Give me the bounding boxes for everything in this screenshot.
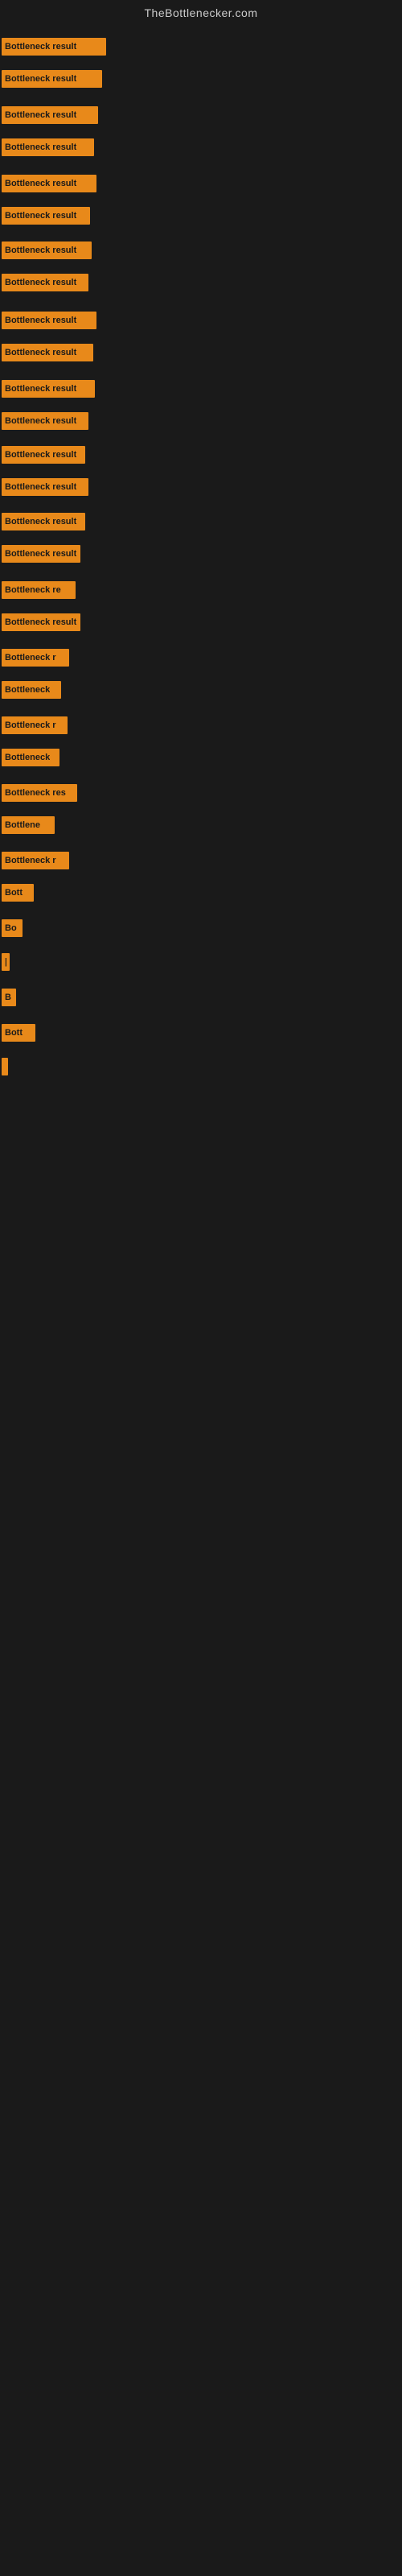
result-bar: Bottleneck r	[2, 649, 69, 667]
result-bar: Bottleneck result	[2, 207, 90, 225]
bar-label: Bottleneck res	[5, 788, 66, 798]
result-bar: B	[2, 989, 16, 1006]
bar-label: Bottleneck result	[5, 179, 76, 188]
result-bar: Bottleneck result	[2, 412, 88, 430]
bar-row: Bottlene	[2, 816, 55, 834]
bar-label: Bottleneck result	[5, 211, 76, 221]
bar-row: Bottleneck result	[2, 513, 85, 530]
result-bar: Bottleneck result	[2, 446, 85, 464]
result-bar: Bottleneck result	[2, 613, 80, 631]
bar-label: Bottleneck r	[5, 653, 56, 663]
bar-label: Bottleneck result	[5, 617, 76, 627]
bar-row: Bottleneck result	[2, 446, 85, 464]
bar-label: Bottleneck result	[5, 517, 76, 526]
result-bar: |	[2, 953, 10, 971]
bar-row: Bott	[2, 1024, 35, 1042]
bar-row: |	[2, 953, 10, 971]
result-bar: Bottleneck r	[2, 716, 68, 734]
bar-label: Bottleneck result	[5, 74, 76, 84]
result-bar: Bottleneck result	[2, 274, 88, 291]
result-bar: Bottleneck result	[2, 478, 88, 496]
bar-label: Bottleneck result	[5, 278, 76, 287]
bar-label: Bottleneck result	[5, 450, 76, 460]
result-bar: Bottleneck result	[2, 242, 92, 259]
bar-label: Bottleneck result	[5, 142, 76, 152]
bar-row: Bottleneck	[2, 749, 59, 766]
bar-row: Bottleneck result	[2, 70, 102, 88]
bar-label: |	[5, 957, 6, 967]
result-bar: Bottleneck result	[2, 513, 85, 530]
result-bar: Bottleneck result	[2, 312, 96, 329]
result-bar: Bottlene	[2, 816, 55, 834]
result-bar: Bottleneck result	[2, 70, 102, 88]
bar-label: Bottleneck	[5, 685, 50, 695]
bar-label: Bottleneck result	[5, 42, 76, 52]
bar-row: B	[2, 989, 16, 1006]
bar-label: Bottlene	[5, 820, 40, 830]
result-bar: Bottleneck re	[2, 581, 76, 599]
bar-row: Bottleneck result	[2, 412, 88, 430]
bar-row: Bottleneck result	[2, 344, 93, 361]
bar-row: Bottleneck result	[2, 106, 98, 124]
bar-label: Bott	[5, 1028, 23, 1038]
result-bar: Bottleneck res	[2, 784, 77, 802]
result-bar: Bo	[2, 919, 23, 937]
bar-label: Bottleneck result	[5, 348, 76, 357]
bar-label: Bottleneck result	[5, 549, 76, 559]
bar-row: Bottleneck result	[2, 613, 80, 631]
bar-label: Bottleneck result	[5, 384, 76, 394]
bar-label: Bott	[5, 888, 23, 898]
bar-label: Bottleneck result	[5, 416, 76, 426]
bar-row: Bottleneck result	[2, 380, 95, 398]
bar-row: Bottleneck re	[2, 581, 76, 599]
bar-label: Bottleneck result	[5, 316, 76, 325]
bar-row: Bott	[2, 884, 34, 902]
result-bar: Bottleneck result	[2, 344, 93, 361]
bar-row: |	[2, 1058, 8, 1075]
bar-row: Bottleneck result	[2, 175, 96, 192]
chart-container: Bottleneck result Bottleneck result Bottle…	[0, 26, 402, 2570]
bar-label: Bottleneck result	[5, 482, 76, 492]
bar-row: Bo	[2, 919, 23, 937]
site-title: TheBottlenecker.com	[0, 0, 402, 26]
bar-label: Bottleneck r	[5, 856, 56, 865]
bar-row: Bottleneck result	[2, 242, 92, 259]
result-bar: Bottleneck result	[2, 38, 106, 56]
result-bar: Bottleneck r	[2, 852, 69, 869]
result-bar: Bottleneck result	[2, 138, 94, 156]
result-bar: Bott	[2, 884, 34, 902]
bar-row: Bottleneck result	[2, 312, 96, 329]
result-bar: Bottleneck result	[2, 380, 95, 398]
bar-row: Bottleneck r	[2, 716, 68, 734]
bar-row: Bottleneck r	[2, 852, 69, 869]
bar-row: Bottleneck result	[2, 138, 94, 156]
result-bar: Bottleneck result	[2, 106, 98, 124]
result-bar: |	[2, 1058, 8, 1075]
bar-row: Bottleneck result	[2, 38, 106, 56]
bar-row: Bottleneck result	[2, 207, 90, 225]
site-title-container: TheBottlenecker.com	[0, 0, 402, 26]
bar-label: B	[5, 993, 11, 1002]
bar-row: Bottleneck result	[2, 545, 80, 563]
bar-row: Bottleneck	[2, 681, 61, 699]
bar-label: Bottleneck re	[5, 585, 61, 595]
bar-label: Bo	[5, 923, 17, 933]
result-bar: Bottleneck	[2, 681, 61, 699]
bar-row: Bottleneck result	[2, 274, 88, 291]
result-bar: Bottleneck	[2, 749, 59, 766]
result-bar: Bottleneck result	[2, 545, 80, 563]
result-bar: Bottleneck result	[2, 175, 96, 192]
bar-row: Bottleneck res	[2, 784, 77, 802]
result-bar: Bott	[2, 1024, 35, 1042]
bar-label: Bottleneck result	[5, 110, 76, 120]
bar-label: Bottleneck r	[5, 720, 56, 730]
bar-label: Bottleneck result	[5, 246, 76, 255]
bar-label: Bottleneck	[5, 753, 50, 762]
bar-row: Bottleneck result	[2, 478, 88, 496]
bar-row: Bottleneck r	[2, 649, 69, 667]
